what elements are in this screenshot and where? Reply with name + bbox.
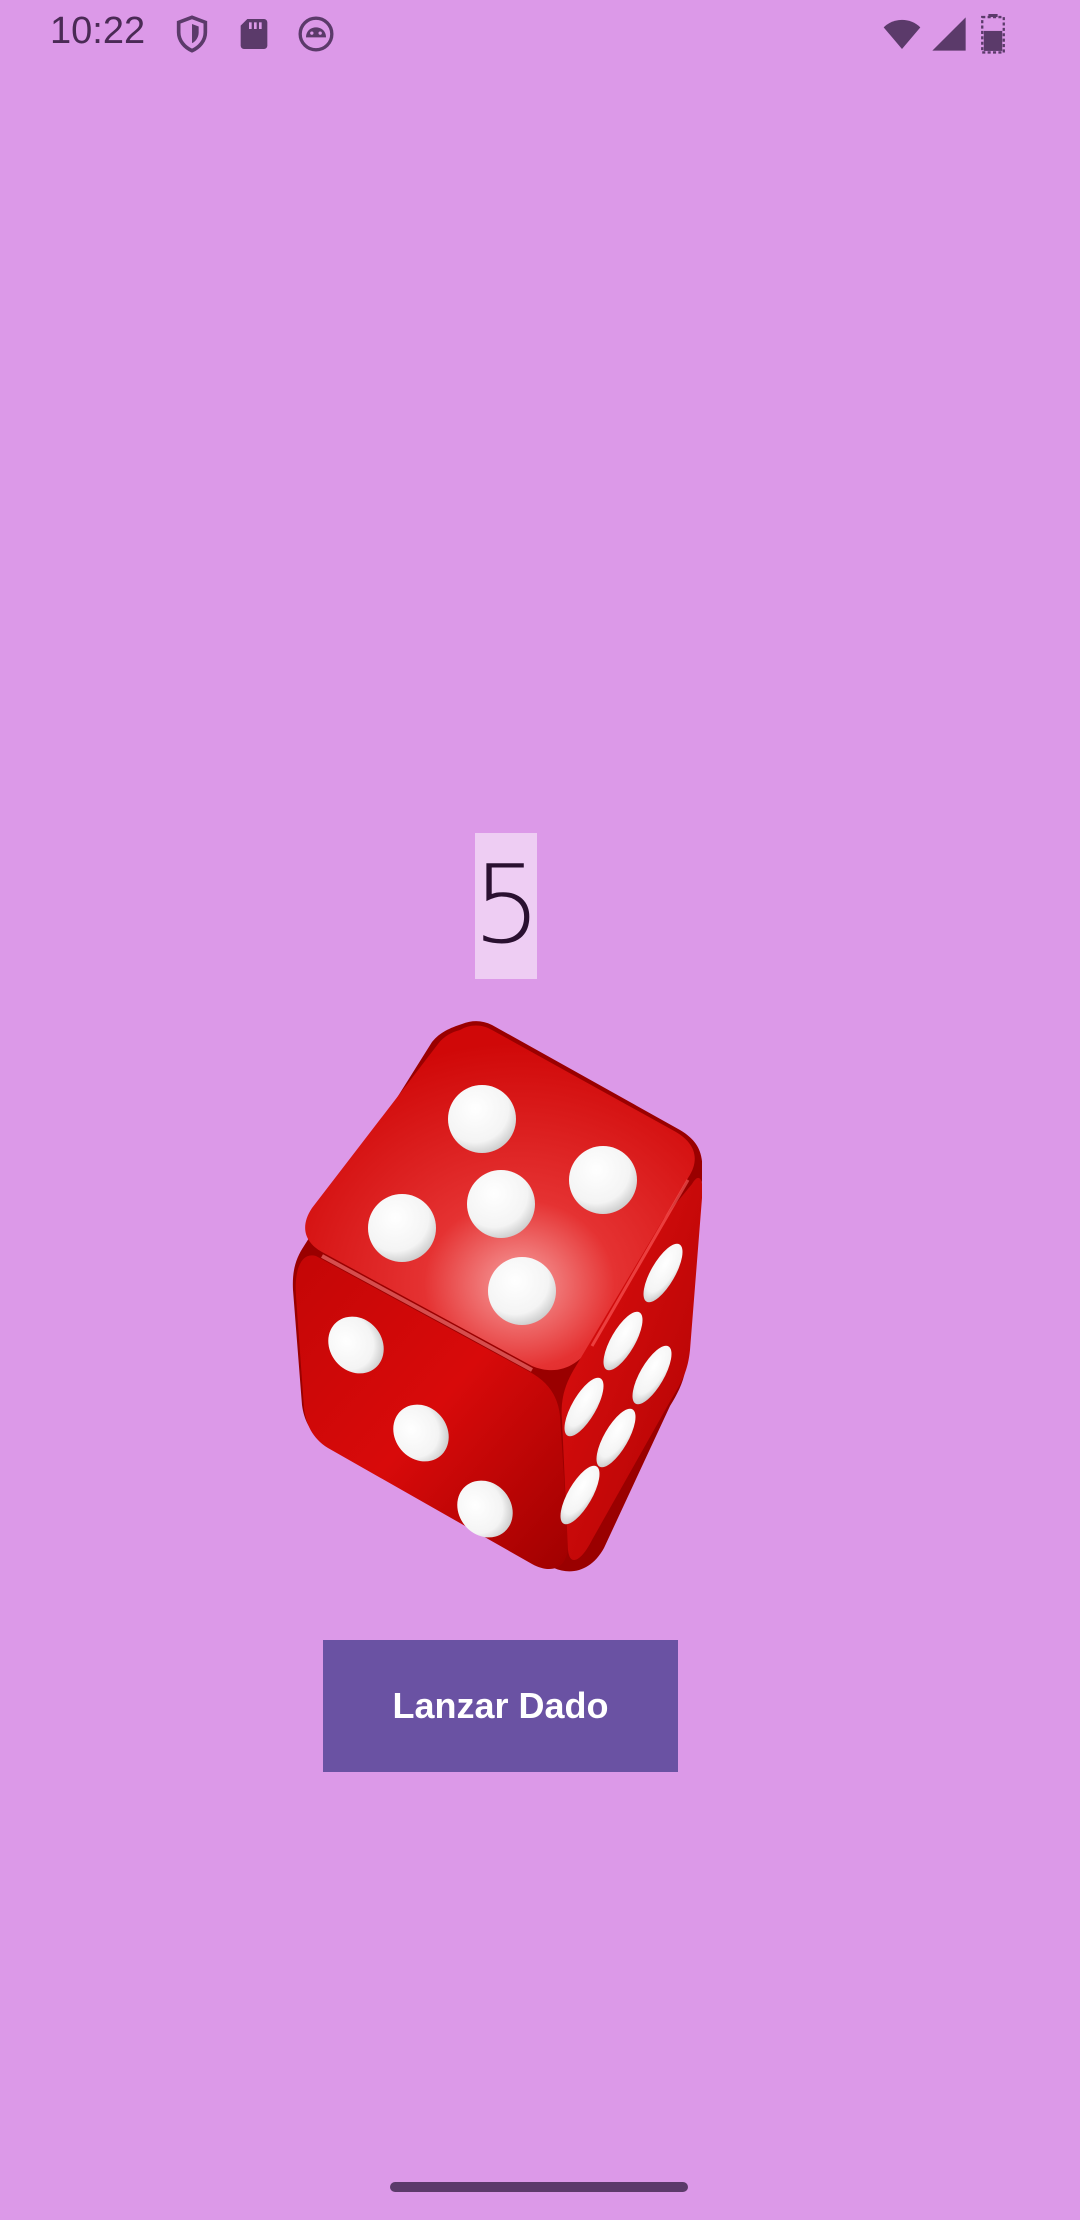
result-value: 5: [472, 843, 542, 968]
app-screen: 10:22 5 Lanzar Dado: [0, 0, 1080, 2220]
signal-icon: [928, 14, 970, 54]
roll-dice-button[interactable]: Lanzar Dado: [323, 1640, 678, 1772]
sd-card-icon: [234, 14, 274, 54]
result-display: 5: [472, 833, 542, 979]
dice-image: [292, 1020, 702, 1574]
battery-icon: [978, 14, 1008, 54]
android-face-icon: [296, 14, 336, 54]
shield-icon: [172, 14, 212, 54]
status-bar: 10:22: [0, 0, 1080, 68]
home-gesture-bar[interactable]: [390, 2182, 688, 2192]
wifi-icon: [880, 14, 924, 54]
status-time: 10:22: [50, 10, 146, 52]
